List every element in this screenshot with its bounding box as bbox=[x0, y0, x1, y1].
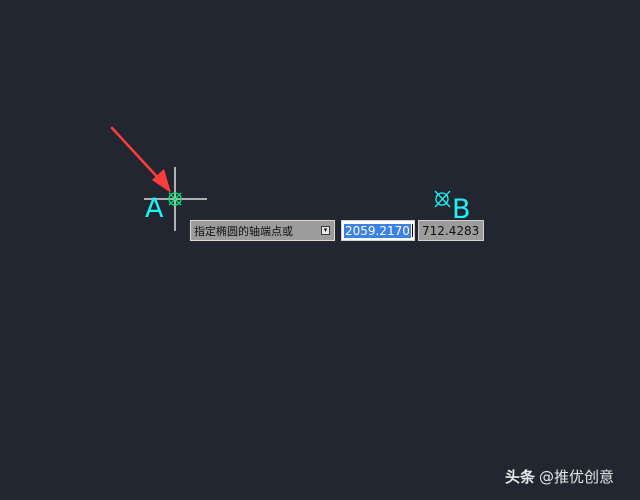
point-b-marker-icon bbox=[434, 190, 451, 208]
drawing-canvas[interactable]: A B 指定椭圆的轴端点或 ▾ 2059.2170 712.4283 头条 @推优… bbox=[0, 0, 640, 500]
dynamic-input-prompt[interactable]: 指定椭圆的轴端点或 ▾ bbox=[189, 219, 336, 242]
canvas-graphics bbox=[110, 126, 451, 231]
y-coordinate-value: 712.4283 bbox=[422, 223, 480, 238]
dropdown-arrow-icon[interactable]: ▾ bbox=[321, 226, 330, 235]
text-caret bbox=[411, 224, 413, 237]
x-coordinate-input[interactable]: 2059.2170 bbox=[341, 220, 415, 241]
y-coordinate-input[interactable]: 712.4283 bbox=[418, 220, 484, 241]
prompt-text: 指定椭圆的轴端点或 bbox=[194, 224, 293, 238]
x-coordinate-value: 2059.2170 bbox=[344, 223, 411, 238]
annotation-arrow bbox=[110, 126, 171, 193]
point-b-label: B bbox=[452, 194, 471, 225]
watermark-brand: 头条 bbox=[505, 468, 536, 486]
watermark: 头条 @推优创意 bbox=[505, 466, 614, 487]
watermark-author: @推优创意 bbox=[539, 468, 615, 486]
point-a-label: A bbox=[145, 193, 164, 224]
